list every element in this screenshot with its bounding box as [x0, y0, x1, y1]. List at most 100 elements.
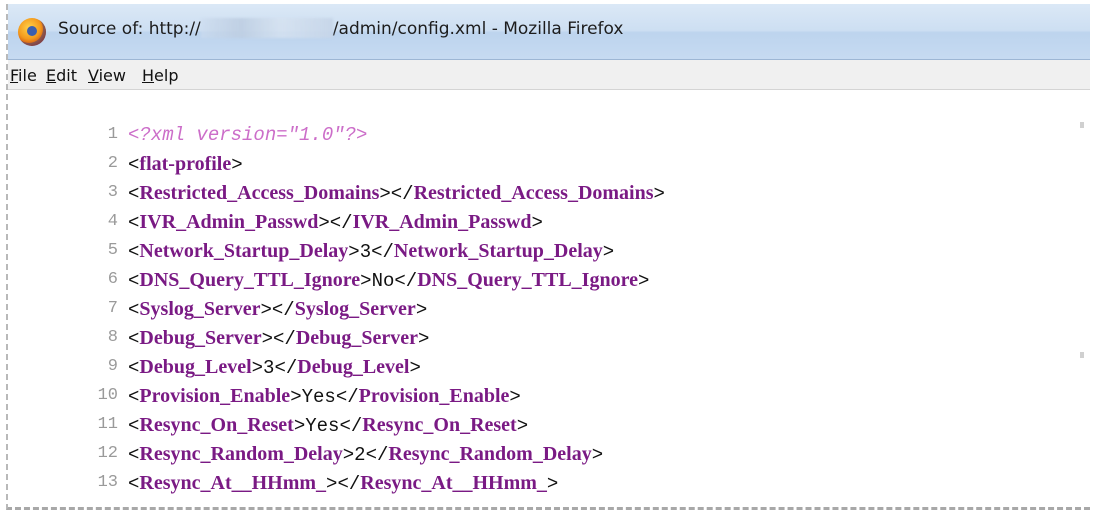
tag-name: IVR_Admin_Passwd — [139, 211, 319, 233]
line-code: <Network_Startup_Delay>3</Network_Startu… — [128, 238, 614, 265]
tag-name: DNS_Query_TTL_Ignore — [417, 269, 638, 291]
tag-bracket: </ — [335, 386, 359, 408]
tag-name: Resync_On_Reset — [139, 414, 294, 436]
tag-bracket: < — [128, 270, 140, 292]
window-title: Source of: http:// /admin/config.xml - Mo… — [58, 18, 623, 39]
line-code: <Syslog_Server></Syslog_Server> — [128, 296, 427, 323]
tag-bracket: </ — [365, 444, 389, 466]
scroll-marker — [1080, 122, 1084, 128]
tag-name: Provision_Enable — [139, 385, 291, 407]
tag-bracket: < — [128, 444, 140, 466]
tag-bracket: > — [531, 212, 543, 234]
firefox-icon — [18, 18, 46, 46]
line-code: <Restricted_Access_Domains></Restricted_… — [128, 180, 665, 207]
element-value: 3 — [263, 357, 275, 379]
tag-name: Provision_Enable — [358, 385, 510, 407]
line-number: 12 — [97, 444, 118, 463]
tag-bracket: </ — [394, 270, 418, 292]
tag-name: Debug_Server — [139, 327, 262, 349]
tag-name: Debug_Server — [295, 327, 419, 349]
line-number: 7 — [107, 299, 118, 318]
tag-bracket: > — [251, 357, 264, 379]
tag-bracket: </ — [274, 357, 298, 379]
line-code: <Resync_Random_Delay>2</Resync_Random_De… — [128, 441, 603, 468]
menu-view[interactable]: View — [88, 66, 126, 85]
menu-bar: File Edit View Help — [8, 60, 1090, 90]
tag-bracket: </ — [273, 328, 296, 350]
tag-bracket: > — [360, 270, 372, 292]
xml-declaration: <?xml version="1.0"?> — [128, 124, 368, 146]
tag-bracket: < — [128, 241, 140, 263]
line-code: <Resync_At__HHmm_></Resync_At__HHmm_> — [128, 470, 558, 497]
tag-bracket: > — [231, 154, 243, 176]
tag-name: Debug_Level — [297, 356, 410, 378]
line-number: 10 — [97, 386, 118, 405]
tag-name: Syslog_Server — [139, 298, 261, 320]
tag-bracket: > — [602, 241, 615, 263]
tag-bracket: < — [128, 328, 140, 350]
tag-bracket: < — [128, 154, 140, 176]
tag-bracket: < — [128, 415, 140, 437]
line-number: 13 — [97, 473, 118, 492]
tag-name: Syslog_Server — [294, 298, 416, 320]
tag-bracket: > — [418, 328, 430, 350]
tag-bracket: > — [653, 183, 665, 205]
line-number: 11 — [97, 415, 118, 434]
tag-bracket: < — [128, 357, 140, 379]
element-value: No — [371, 270, 395, 292]
tag-name: Resync_On_Reset — [362, 414, 517, 436]
title-bar[interactable]: Source of: http:// /admin/config.xml - Mo… — [8, 4, 1090, 60]
tag-bracket: < — [128, 212, 140, 234]
element-value: 2 — [354, 444, 366, 466]
tag-name: Resync_Random_Delay — [388, 443, 592, 465]
tag-bracket: > — [546, 473, 559, 495]
tag-name: Debug_Level — [139, 356, 252, 378]
line-number: 2 — [107, 154, 118, 173]
line-code: <Debug_Level>3</Debug_Level> — [128, 354, 421, 381]
line-number: 9 — [107, 357, 118, 376]
tag-name: Resync_Random_Delay — [139, 443, 343, 465]
tag-bracket: > — [326, 473, 338, 495]
tag-bracket: > — [260, 299, 272, 321]
window-title-prefix: Source of: http:// — [58, 19, 201, 39]
browser-window: Source of: http:// /admin/config.xml - Mo… — [6, 4, 1090, 510]
tag-name: flat-profile — [139, 153, 232, 175]
line-code: <flat-profile> — [128, 151, 243, 178]
tag-name: IVR_Admin_Passwd — [352, 211, 532, 233]
line-code: <IVR_Admin_Passwd></IVR_Admin_Passwd> — [128, 209, 543, 236]
tag-bracket: </ — [337, 473, 361, 495]
tag-name: Network_Startup_Delay — [139, 240, 349, 262]
tag-name: Restricted_Access_Domains — [413, 182, 654, 204]
line-number: 1 — [107, 125, 118, 144]
tag-bracket: > — [637, 270, 650, 292]
tag-bracket: </ — [339, 415, 363, 437]
line-code: <DNS_Query_TTL_Ignore>No</DNS_Query_TTL_… — [128, 267, 649, 294]
menu-file[interactable]: File — [10, 66, 37, 85]
scroll-marker — [1080, 352, 1084, 358]
tag-name: Resync_At__HHmm_ — [360, 472, 547, 494]
tag-bracket: < — [128, 299, 140, 321]
tag-name: Network_Startup_Delay — [393, 240, 603, 262]
tag-bracket: > — [509, 386, 521, 408]
tag-bracket: > — [290, 386, 302, 408]
element-value: Yes — [305, 415, 340, 437]
tag-bracket: > — [409, 357, 421, 379]
line-code: <Debug_Server></Debug_Server> — [128, 325, 429, 352]
tag-name: Restricted_Access_Domains — [139, 182, 380, 204]
line-number: 4 — [107, 212, 118, 231]
menu-edit[interactable]: Edit — [46, 66, 77, 85]
tag-bracket: </ — [371, 241, 394, 263]
tag-bracket: < — [128, 386, 140, 408]
tag-name: DNS_Query_TTL_Ignore — [139, 269, 361, 291]
tag-bracket: </ — [271, 299, 295, 321]
line-number: 6 — [107, 270, 118, 289]
window-title-suffix: /admin/config.xml - Mozilla Firefox — [332, 19, 624, 39]
tag-bracket: > — [293, 415, 306, 437]
tag-bracket: > — [318, 212, 330, 234]
tag-name: Resync_At__HHmm_ — [139, 472, 327, 494]
menu-help[interactable]: Help — [142, 66, 178, 85]
tag-bracket: </ — [390, 183, 414, 205]
line-code: <?xml version="1.0"?> — [128, 122, 367, 148]
line-code: <Provision_Enable>Yes</Provision_Enable> — [128, 383, 521, 410]
tag-bracket: > — [342, 444, 355, 466]
